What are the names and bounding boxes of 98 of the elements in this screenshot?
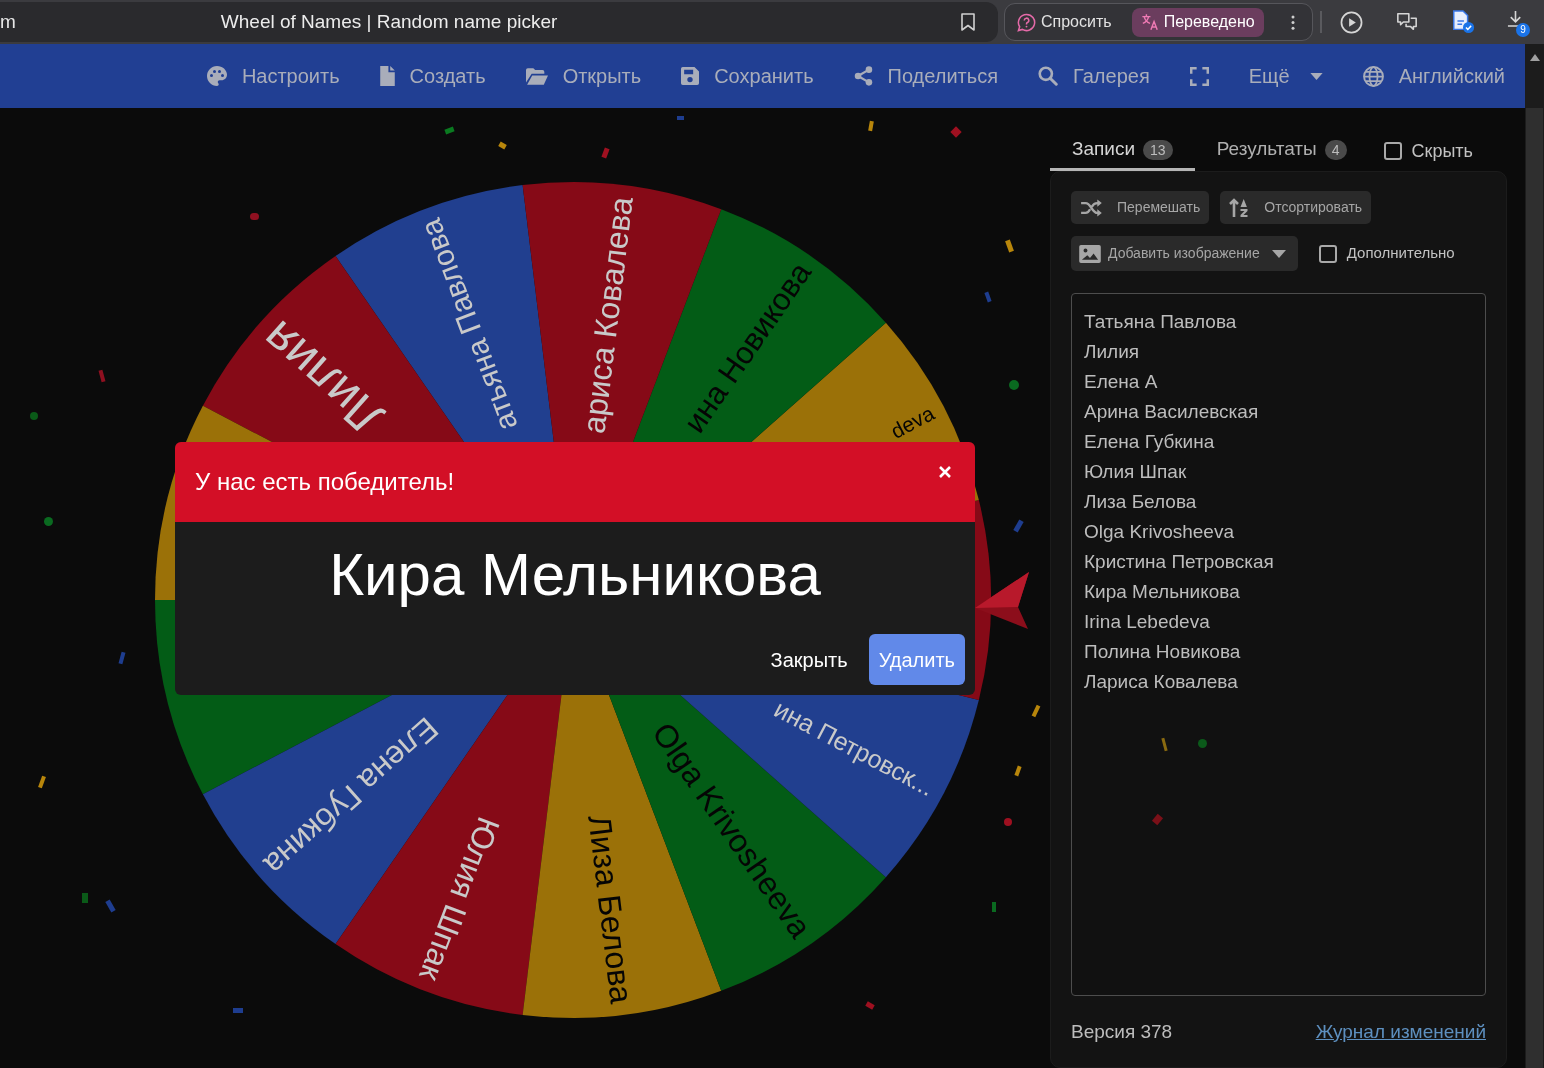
dialog-title: У нас есть победитель! bbox=[195, 467, 455, 497]
wheel-name-label: Юлия Шпак bbox=[412, 812, 507, 986]
confetti-piece bbox=[1151, 813, 1164, 826]
nav-menu-item[interactable]: Ещё bbox=[1248, 56, 1323, 96]
confetti-piece bbox=[984, 291, 992, 303]
confetti-piece bbox=[1198, 739, 1207, 748]
translate-icon bbox=[1140, 13, 1159, 31]
confetti-piece bbox=[868, 120, 874, 132]
confetti-piece bbox=[950, 126, 962, 138]
nav-menu-item[interactable]: Сохранить bbox=[681, 56, 814, 96]
download-count-badge: 9 bbox=[1516, 23, 1530, 37]
document-check-icon[interactable] bbox=[1451, 10, 1475, 34]
shuffle-button[interactable]: Перемешать bbox=[1071, 191, 1210, 224]
chat-question-icon bbox=[1017, 12, 1036, 32]
entry-text: Irina Lebedeva bbox=[1084, 610, 1210, 634]
entry-text: Полина Новикова bbox=[1084, 640, 1241, 664]
close-icon[interactable] bbox=[939, 466, 951, 478]
checkbox[interactable] bbox=[1383, 142, 1402, 160]
version-text: Версия 378 bbox=[1071, 1019, 1173, 1044]
confetti-piece bbox=[30, 412, 38, 420]
entry-text: Елена Губкина bbox=[1084, 430, 1215, 454]
wheel-name-label: Лиза Белова bbox=[581, 813, 640, 1006]
remove-button[interactable]: Удалить bbox=[868, 634, 965, 685]
confetti-piece bbox=[1161, 737, 1168, 752]
entry-text: Лариса Ковалева bbox=[1084, 670, 1238, 694]
advanced-toggle[interactable]: Дополнительно bbox=[1318, 242, 1455, 265]
image-icon bbox=[1079, 244, 1101, 263]
confetti-piece bbox=[1014, 765, 1022, 777]
play-circle-icon[interactable] bbox=[1340, 10, 1363, 34]
more-icon[interactable] bbox=[1291, 14, 1295, 30]
translate-button[interactable]: Переведено bbox=[1131, 7, 1264, 37]
nav-menu-item[interactable]: Английский bbox=[1362, 56, 1505, 96]
entry-text: Olga Krivosheeva bbox=[1084, 520, 1234, 544]
confetti-piece bbox=[1004, 818, 1012, 826]
entry-text: Елена А bbox=[1084, 370, 1158, 394]
nav-menu-item[interactable]: Открыть bbox=[525, 56, 642, 96]
fullscreen-icon[interactable] bbox=[1189, 66, 1209, 86]
tab-title: m bbox=[0, 9, 16, 34]
entry-text: Кристина Петровская bbox=[1084, 550, 1274, 574]
confetti-piece bbox=[98, 369, 106, 383]
entries-field[interactable]: Татьяна Павлова Лилия Елена А Арина Василевская Елена Губкина Юлия Шпак Лиза Белова Olga Krivosheeva Кристина Петровская Кира Мельникова Irina Lebedeva Полина Новикова Лариса Ковалева bbox=[1071, 293, 1486, 996]
bookmark-icon[interactable] bbox=[961, 13, 975, 31]
confetti-piece bbox=[118, 651, 126, 665]
nav-menu-item[interactable]: Настроить bbox=[206, 56, 340, 96]
confetti-piece bbox=[44, 517, 53, 526]
confetti-piece bbox=[250, 213, 259, 220]
confetti-piece bbox=[1005, 239, 1014, 253]
page-title: Wheel of Names | Random name picker bbox=[220, 9, 558, 34]
hide-toggle[interactable]: Скрыть bbox=[1383, 137, 1473, 165]
confetti-piece bbox=[992, 902, 996, 912]
search-icon bbox=[1038, 66, 1058, 86]
winner-name: Кира Мельникова bbox=[329, 540, 821, 610]
globe-icon bbox=[1362, 65, 1384, 87]
entry-text: Юлия Шпак bbox=[1084, 460, 1187, 484]
count-badge: 4 bbox=[1324, 139, 1347, 160]
confetti-piece bbox=[677, 116, 684, 120]
caret-down-icon bbox=[1309, 72, 1323, 80]
caret-down-icon bbox=[1271, 249, 1286, 258]
folder-icon bbox=[525, 67, 548, 85]
entry-text: Татьяна Павлова bbox=[1084, 310, 1237, 334]
confetti-piece bbox=[1009, 380, 1019, 390]
share-icon bbox=[853, 66, 873, 86]
confetti-piece bbox=[233, 1008, 243, 1013]
entry-text: Кира Мельникова bbox=[1084, 580, 1240, 604]
close-button[interactable]: Закрыть bbox=[759, 634, 859, 685]
sort-button[interactable]: Отсортировать bbox=[1220, 191, 1372, 224]
chat-bubbles-icon[interactable] bbox=[1396, 11, 1418, 33]
entry-text: Лиза Белова bbox=[1084, 490, 1197, 514]
count-badge: 13 bbox=[1143, 139, 1173, 160]
confetti-piece bbox=[82, 893, 88, 903]
file-icon bbox=[379, 66, 395, 86]
palette-icon bbox=[206, 66, 227, 86]
entry-text: Арина Василевская bbox=[1084, 400, 1259, 424]
ask-button[interactable]: Спросить bbox=[1008, 7, 1121, 37]
changelog-link[interactable]: Журнал изменений bbox=[1315, 1017, 1486, 1047]
checkbox[interactable] bbox=[1318, 244, 1337, 263]
shuffle-icon bbox=[1080, 198, 1102, 217]
confetti-piece bbox=[1031, 704, 1041, 718]
confetti-piece bbox=[865, 1001, 875, 1010]
nav-menu-item[interactable]: Галерея bbox=[1038, 56, 1150, 96]
nav-menu-item[interactable]: Поделиться bbox=[853, 56, 998, 96]
add-image-dropdown[interactable]: Добавить изображение bbox=[1071, 236, 1298, 271]
confetti-piece bbox=[1013, 519, 1024, 533]
sort-icon bbox=[1229, 197, 1250, 218]
confetti-piece bbox=[444, 126, 455, 135]
scrollbar[interactable] bbox=[1525, 44, 1544, 1068]
wheel-name-label: ариса Ковалева bbox=[575, 194, 640, 436]
confetti-piece bbox=[105, 899, 116, 913]
confetti-piece bbox=[601, 147, 610, 159]
scroll-up-arrow-icon[interactable] bbox=[1529, 54, 1540, 61]
wheel-name-label: deva bbox=[886, 401, 938, 443]
entry-text: Лилия bbox=[1084, 340, 1140, 364]
nav-menu-item[interactable]: Создать bbox=[379, 56, 486, 96]
tab[interactable]: Результаты 4 bbox=[1194, 131, 1369, 171]
confetti-piece bbox=[38, 775, 46, 789]
scrollbar-thumb[interactable] bbox=[1526, 108, 1543, 1068]
address-bar[interactable]: m Wheel of Names | Random name picker bbox=[0, 2, 998, 42]
confetti-piece bbox=[498, 141, 507, 150]
